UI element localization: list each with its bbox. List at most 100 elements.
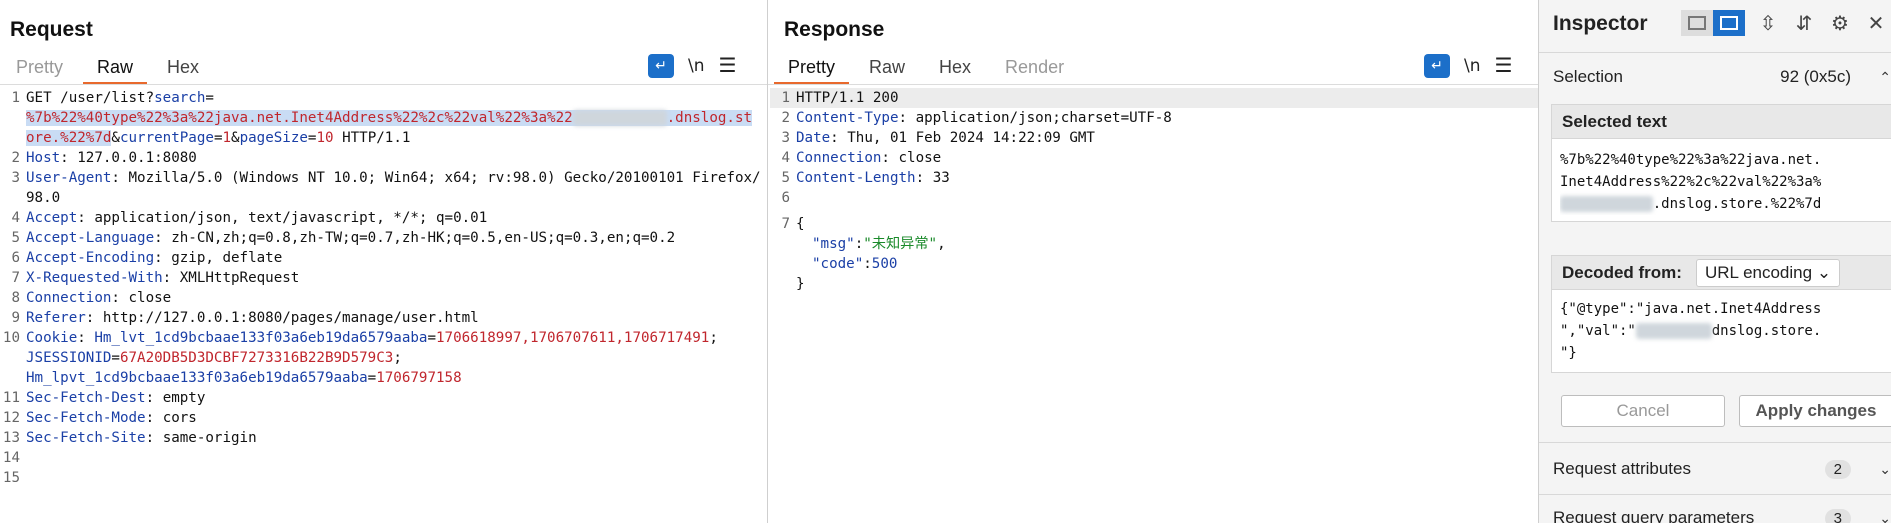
line-number: 2 <box>11 150 20 166</box>
cookie-value: 67A20DB5D3DCBF7273316B22B9D579C3 <box>119 350 394 366</box>
tab-raw[interactable]: Raw <box>869 53 905 85</box>
header-value: Mozilla/5.0 (Windows NT 10.0; Win64; x64… <box>26 170 761 206</box>
line-number: 1 <box>781 90 790 106</box>
header-value: empty <box>162 390 206 406</box>
line-number: 3 <box>781 130 790 146</box>
layout-right-icon[interactable] <box>1713 10 1745 36</box>
cookie-value: 1706618997,1706707611,1706717491 <box>436 330 710 346</box>
empty-text <box>796 188 1538 208</box>
selection-label: Selection <box>1553 67 1623 86</box>
decoded-content[interactable]: {"@type":"java.net.Inet4Address ","val":"… <box>1560 298 1887 364</box>
chevron-down-icon[interactable]: ⌄ <box>1879 510 1891 523</box>
header-line: 13 Sec-Fetch-Site: same-origin <box>0 428 767 448</box>
response-toolbar: ↵ \n ☰ <box>1424 53 1512 78</box>
header-text: Date: Thu, 01 Feb 2024 14:22:09 GMT <box>796 130 1095 146</box>
request-query-params-label: Request query parameters <box>1553 508 1755 523</box>
header-line: 4 Accept: application/json, text/javascri… <box>0 208 767 228</box>
word-wrap-icon[interactable]: ↵ <box>1424 53 1450 78</box>
header-line: 3 User-Agent: Mozilla/5.0 (Windows NT 10.… <box>0 168 767 208</box>
decoded-box: Decoded from: URL encoding ⌄ {"@type":"j… <box>1551 255 1891 373</box>
tab-pretty[interactable]: Pretty <box>773 53 850 85</box>
word-wrap-icon[interactable]: ↵ <box>648 53 674 78</box>
line-number: 8 <box>11 290 20 306</box>
selected-text-line: Inet4Address%22%2c%22val%22%3a% <box>1560 174 1822 190</box>
header-value: application/json;charset=UTF-8 <box>915 110 1172 126</box>
menu-icon[interactable]: ☰ <box>719 53 737 78</box>
selected-text-content[interactable]: %7b%22%40type%22%3a%22java.net. Inet4Addr… <box>1560 149 1887 215</box>
cookie-text: Cookie: Hm_lvt_1cd9bcbaae133f03a6eb19da6… <box>26 330 718 386</box>
tab-render[interactable]: Render <box>1005 53 1064 85</box>
selected-text-line: %7b%22%40type%22%3a%22java.net. <box>1560 152 1822 168</box>
header-line: 2 Content-Type: application/json;charset=… <box>770 108 1538 128</box>
decoded-header: Decoded from: URL encoding ⌄ <box>1552 256 1891 290</box>
newline-toggle[interactable]: \n <box>688 56 705 76</box>
newline-toggle[interactable]: \n <box>1464 56 1481 76</box>
header-value: application/json, text/javascript, */*; … <box>94 210 488 226</box>
divider <box>1539 494 1891 495</box>
line-number: 6 <box>781 190 790 206</box>
encoding-value: URL encoding <box>1704 262 1813 282</box>
selected-text-line: xxxxxxxxxxx.dnslog.store.%22%7d <box>1560 193 1887 215</box>
header-text: Accept: application/json, text/javascrip… <box>26 210 488 226</box>
response-tabs: Pretty Raw Hex Render <box>768 53 1064 85</box>
param-value: 10 <box>316 130 334 146</box>
header-value: 33 <box>932 170 950 186</box>
header-text: X-Requested-With: XMLHttpRequest <box>26 270 300 286</box>
tab-pretty[interactable]: Pretty <box>16 53 63 85</box>
redacted-region: xxxxxxxxxxx <box>572 110 667 126</box>
collapse-icon[interactable]: ⇵ <box>1791 11 1817 36</box>
menu-icon[interactable]: ☰ <box>1495 53 1513 78</box>
line-number: 14 <box>2 450 20 466</box>
inspector-layout-toggle <box>1681 10 1745 36</box>
param-key: pageSize <box>239 130 308 146</box>
param-value: 1 <box>222 130 232 146</box>
request-attributes-row[interactable]: Request attributes 2 ⌄ <box>1553 456 1891 482</box>
encoding-select[interactable]: URL encoding ⌄ <box>1695 258 1841 287</box>
header-value: close <box>898 150 942 166</box>
response-editor[interactable]: 1 HTTP/1.1 200 2 Content-Type: application… <box>770 88 1538 523</box>
apply-changes-button[interactable]: Apply changes <box>1739 395 1891 427</box>
cookie-key: Hm_lvt_1cd9bcbaae133f03a6eb19da6579aaba <box>94 330 428 346</box>
header-text: Referer: http://127.0.0.1:8080/pages/man… <box>26 310 479 326</box>
tab-hex[interactable]: Hex <box>167 53 199 85</box>
tab-raw[interactable]: Raw <box>83 53 148 85</box>
expand-icon[interactable]: ⇳ <box>1755 11 1781 36</box>
request-editor[interactable]: 1 GET /user/list?search= %7b%22%40type%2… <box>0 88 767 523</box>
status-text: HTTP/1.1 200 <box>796 90 899 106</box>
header-line: 12 Sec-Fetch-Mode: cors <box>0 408 767 428</box>
line-number: 2 <box>781 110 790 126</box>
header-key: Date <box>796 130 831 146</box>
header-value: zh-CN,zh;q=0.8,zh-TW;q=0.7,zh-HK;q=0.5,e… <box>171 230 676 246</box>
param-key: currentPage <box>119 130 214 146</box>
chevron-down-icon[interactable]: ⌄ <box>1879 461 1891 478</box>
tab-hex[interactable]: Hex <box>939 53 971 85</box>
request-query-params-row[interactable]: Request query parameters 3 ⌄ <box>1553 505 1891 523</box>
close-icon[interactable]: ✕ <box>1863 11 1889 36</box>
header-line: 6 Accept-Encoding: gzip, deflate <box>0 248 767 268</box>
method-path: GET /user/list? <box>26 90 155 106</box>
count-badge: 3 <box>1824 508 1851 523</box>
line-number: 12 <box>2 410 20 426</box>
header-key: Sec-Fetch-Site <box>26 430 146 446</box>
empty-text <box>26 468 767 488</box>
gear-icon[interactable]: ⚙ <box>1827 11 1853 36</box>
chevron-up-icon[interactable]: ⌃ <box>1879 69 1891 86</box>
header-text: Sec-Fetch-Site: same-origin <box>26 430 257 446</box>
param-key: search <box>154 90 206 106</box>
divider <box>1539 442 1891 443</box>
header-value: Thu, 01 Feb 2024 14:22:09 GMT <box>847 130 1095 146</box>
json-msg: "msg":"未知异常", <box>812 236 946 252</box>
decoded-line-tail: dnslog.store. <box>1711 323 1822 339</box>
header-value: 127.0.0.1:8080 <box>77 150 197 166</box>
header-key: Sec-Fetch-Mode <box>26 410 146 426</box>
header-value: XMLHttpRequest <box>179 270 300 286</box>
cancel-button[interactable]: Cancel <box>1561 395 1725 427</box>
redacted-region: xxxxxxxxxxx <box>1560 196 1653 212</box>
request-title: Request <box>10 18 93 41</box>
header-key: Host <box>26 150 61 166</box>
header-line: 3 Date: Thu, 01 Feb 2024 14:22:09 GMT <box>770 128 1538 148</box>
selection-row[interactable]: Selection 92 (0x5c) ⌃ <box>1553 64 1891 90</box>
line-number <box>770 274 796 294</box>
layout-left-icon[interactable] <box>1681 10 1713 36</box>
count-badge: 2 <box>1824 459 1851 479</box>
